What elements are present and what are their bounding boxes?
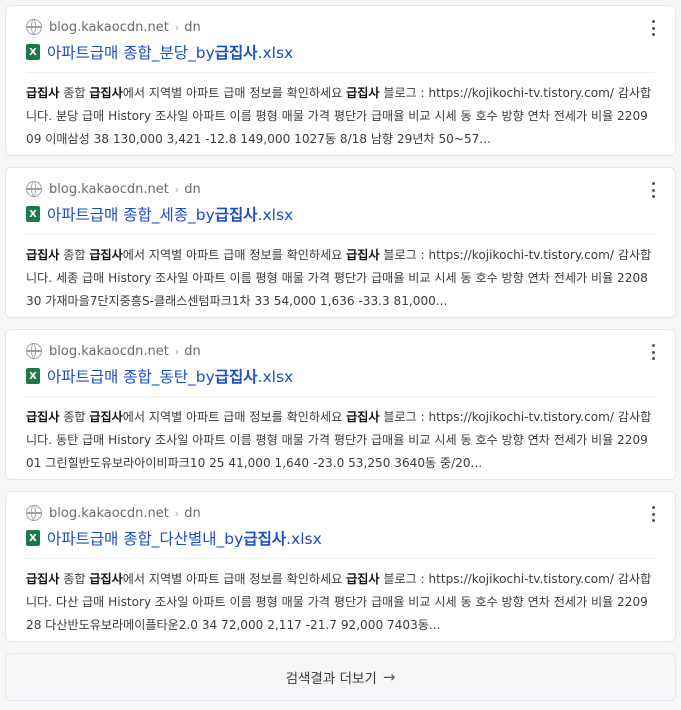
title-highlight: 급집사 (214, 44, 258, 62)
snippet-highlight: 급집사 (89, 248, 123, 262)
result-title-link[interactable]: 아파트급매 종합_동탄_by급집사.xlsx (47, 365, 293, 387)
snippet-highlight: 급집사 (346, 86, 380, 100)
globe-icon (26, 343, 42, 359)
more-options-icon[interactable] (647, 344, 659, 360)
result-title-link[interactable]: 아파트급매 종합_세종_by급집사.xlsx (47, 203, 293, 225)
excel-icon: X (26, 206, 40, 222)
result-source[interactable]: blog.kakaocdn.net › dn (26, 180, 201, 198)
breadcrumb-separator-icon: › (174, 182, 180, 196)
snippet-text: 에서 지역별 아파트 급매 정보를 확인하세요 (122, 410, 347, 424)
more-options-icon[interactable] (647, 182, 659, 198)
title-suffix: .xlsx (257, 44, 294, 62)
result-source[interactable]: blog.kakaocdn.net › dn (26, 18, 201, 36)
excel-icon: X (26, 530, 40, 546)
divider (26, 558, 655, 559)
snippet-text: 에서 지역별 아파트 급매 정보를 확인하세요 (122, 86, 347, 100)
arrow-right-icon: → (382, 668, 396, 686)
result-source[interactable]: blog.kakaocdn.net › dn (26, 342, 201, 360)
snippet-highlight: 급집사 (346, 248, 380, 262)
breadcrumb-separator-icon: › (174, 20, 180, 34)
snippet-highlight: 급집사 (346, 572, 380, 586)
more-options-icon[interactable] (647, 506, 659, 522)
result-snippet: 급집사 종합 급집사에서 지역별 아파트 급매 정보를 확인하세요 급집사 블로… (26, 244, 655, 313)
title-highlight: 급집사 (243, 530, 287, 548)
more-results-label: 검색결과 더보기 (285, 671, 377, 687)
snippet-text: 에서 지역별 아파트 급매 정보를 확인하세요 (122, 572, 347, 586)
snippet-highlight: 급집사 (346, 410, 380, 424)
result-domain: blog.kakaocdn.net (49, 505, 169, 521)
result-path: dn (184, 19, 201, 35)
result-title-row[interactable]: X 아파트급매 종합_동탄_by급집사.xlsx (26, 365, 293, 387)
snippet-text: 종합 (59, 410, 90, 424)
title-suffix: .xlsx (286, 530, 322, 548)
breadcrumb-separator-icon: › (174, 506, 180, 520)
breadcrumb-separator-icon: › (174, 344, 180, 358)
divider (26, 234, 655, 235)
title-prefix: 아파트급매 종합_동탄_by (47, 368, 215, 386)
snippet-text: 종합 (59, 86, 90, 100)
result-domain: blog.kakaocdn.net (49, 19, 169, 35)
divider (26, 72, 655, 73)
title-highlight: 급집사 (214, 368, 258, 386)
result-title-link[interactable]: 아파트급매 종합_다산별내_by급집사.xlsx (47, 527, 322, 549)
snippet-text: 종합 (59, 572, 90, 586)
result-snippet: 급집사 종합 급집사에서 지역별 아파트 급매 정보를 확인하세요 급집사 블로… (26, 82, 655, 151)
snippet-highlight: 급집사 (89, 572, 123, 586)
snippet-highlight: 급집사 (89, 86, 123, 100)
title-prefix: 아파트급매 종합_분당_by (47, 44, 215, 62)
more-options-icon[interactable] (647, 20, 659, 36)
snippet-highlight: 급집사 (26, 86, 60, 100)
excel-icon: X (26, 44, 40, 60)
snippet-highlight: 급집사 (26, 410, 60, 424)
result-title-link[interactable]: 아파트급매 종합_분당_by급집사.xlsx (47, 41, 293, 63)
result-source[interactable]: blog.kakaocdn.net › dn (26, 504, 201, 522)
result-title-row[interactable]: X 아파트급매 종합_세종_by급집사.xlsx (26, 203, 293, 225)
title-prefix: 아파트급매 종합_다산별내_by (47, 530, 244, 548)
globe-icon (26, 505, 42, 521)
snippet-text: 종합 (59, 248, 90, 262)
search-result-card: blog.kakaocdn.net › dn X 아파트급매 종합_분당_by급… (5, 5, 676, 156)
result-domain: blog.kakaocdn.net (49, 181, 169, 197)
result-title-row[interactable]: X 아파트급매 종합_다산별내_by급집사.xlsx (26, 527, 322, 549)
excel-icon: X (26, 368, 40, 384)
more-results-button[interactable]: 검색결과 더보기 → (5, 653, 676, 701)
result-path: dn (184, 505, 201, 521)
result-path: dn (184, 181, 201, 197)
snippet-highlight: 급집사 (26, 248, 60, 262)
snippet-text: 에서 지역별 아파트 급매 정보를 확인하세요 (122, 248, 347, 262)
title-suffix: .xlsx (257, 368, 294, 386)
globe-icon (26, 19, 42, 35)
title-prefix: 아파트급매 종합_세종_by (47, 206, 215, 224)
result-domain: blog.kakaocdn.net (49, 343, 169, 359)
snippet-highlight: 급집사 (26, 572, 60, 586)
title-suffix: .xlsx (257, 206, 294, 224)
result-snippet: 급집사 종합 급집사에서 지역별 아파트 급매 정보를 확인하세요 급집사 블로… (26, 568, 655, 637)
search-result-card: blog.kakaocdn.net › dn X 아파트급매 종합_동탄_by급… (5, 329, 676, 480)
search-results-list: blog.kakaocdn.net › dn X 아파트급매 종합_분당_by급… (0, 0, 681, 710)
divider (26, 396, 655, 397)
globe-icon (26, 181, 42, 197)
title-highlight: 급집사 (214, 206, 258, 224)
snippet-highlight: 급집사 (89, 410, 123, 424)
result-title-row[interactable]: X 아파트급매 종합_분당_by급집사.xlsx (26, 41, 293, 63)
result-snippet: 급집사 종합 급집사에서 지역별 아파트 급매 정보를 확인하세요 급집사 블로… (26, 406, 655, 475)
search-result-card: blog.kakaocdn.net › dn X 아파트급매 종합_다산별내_b… (5, 491, 676, 642)
search-result-card: blog.kakaocdn.net › dn X 아파트급매 종합_세종_by급… (5, 167, 676, 318)
result-path: dn (184, 343, 201, 359)
